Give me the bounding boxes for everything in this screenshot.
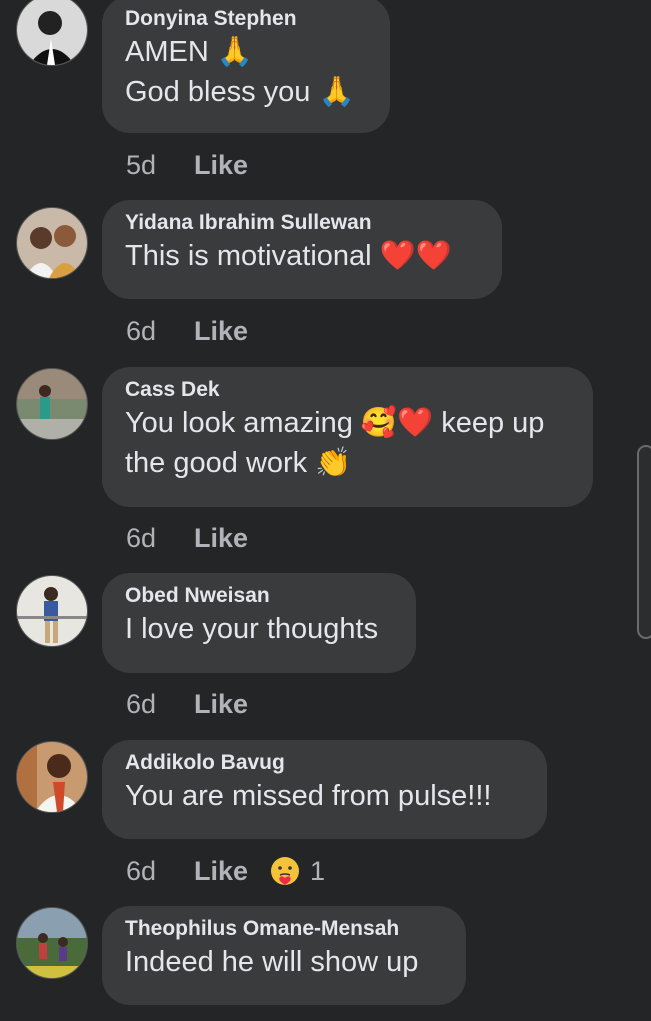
timestamp[interactable]: 6d	[126, 856, 194, 887]
comment-bubble[interactable]: Theophilus Omane-Mensah Indeed he will s…	[102, 906, 466, 1005]
commenter-name[interactable]: Addikolo Bavug	[125, 750, 523, 776]
commenter-name[interactable]: Donyina Stephen	[125, 6, 366, 32]
comment-meta: 6d Like 1	[126, 854, 325, 888]
commenter-name[interactable]: Cass Dek	[125, 377, 569, 403]
comment-text-line: Indeed he will show up	[125, 946, 419, 978]
avatar[interactable]	[16, 207, 88, 279]
commenter-name[interactable]: Theophilus Omane-Mensah	[125, 916, 442, 942]
avatar[interactable]	[16, 0, 88, 66]
comment-text-line: You are missed from pulse!!!	[125, 780, 492, 812]
timestamp[interactable]: 6d	[126, 689, 194, 720]
comment-text-line: the good work 👏	[125, 447, 352, 479]
comment-text-line: God bless you 🙏	[125, 76, 355, 108]
comment-bubble[interactable]: Cass Dek You look amazing 🥰❤️ keep up th…	[102, 367, 593, 507]
comment-text-line: I love your thoughts	[125, 613, 379, 645]
timestamp[interactable]: 6d	[126, 316, 194, 347]
like-button[interactable]: Like	[194, 856, 248, 887]
reaction-count: 1	[310, 855, 326, 886]
like-button[interactable]: Like	[194, 523, 248, 554]
like-button[interactable]: Like	[194, 689, 248, 720]
commenter-name[interactable]: Yidana Ibrahim Sullewan	[125, 210, 478, 236]
timestamp[interactable]: 6d	[126, 523, 194, 554]
avatar[interactable]	[16, 907, 88, 979]
comment-text-line: You look amazing 🥰❤️ keep up	[125, 407, 545, 439]
timestamp[interactable]: 5d	[126, 150, 194, 181]
avatar[interactable]	[16, 575, 88, 647]
comment-bubble[interactable]: Donyina Stephen AMEN 🙏 God bless you 🙏	[102, 0, 390, 133]
like-button[interactable]: Like	[194, 316, 248, 347]
comment-meta: 6d Like	[126, 314, 248, 348]
comment-bubble[interactable]: Addikolo Bavug You are missed from pulse…	[102, 740, 547, 839]
comment-text-line: This is motivational ❤️❤️	[125, 240, 452, 272]
care-reaction-icon	[271, 857, 300, 885]
comment-bubble[interactable]: Yidana Ibrahim Sullewan This is motivati…	[102, 200, 502, 299]
comment-meta: 5d Like	[126, 148, 248, 182]
comment-meta: 6d Like	[126, 521, 248, 555]
avatar[interactable]	[16, 741, 88, 813]
commenter-name[interactable]: Obed Nweisan	[125, 583, 392, 609]
scrollbar-thumb[interactable]	[637, 445, 651, 639]
comment-meta: 6d Like	[126, 687, 248, 721]
comment-text-line: AMEN 🙏	[125, 36, 253, 68]
reaction-summary[interactable]: 1	[270, 856, 325, 887]
comment-bubble[interactable]: Obed Nweisan I love your thoughts	[102, 573, 416, 673]
avatar[interactable]	[16, 368, 88, 440]
like-button[interactable]: Like	[194, 150, 248, 181]
